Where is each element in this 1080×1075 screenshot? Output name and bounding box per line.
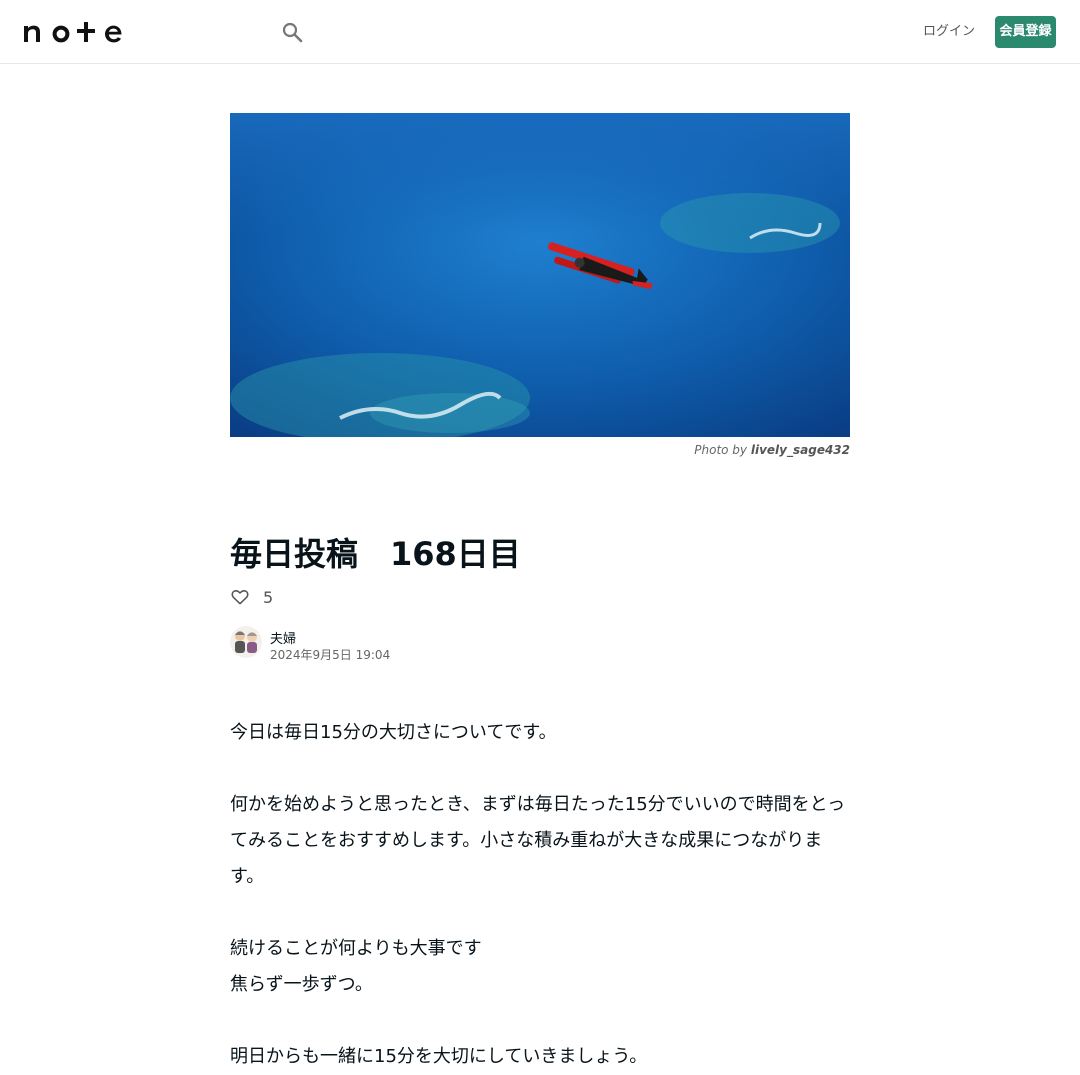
heart-icon[interactable] [230,587,250,607]
login-link[interactable]: ログイン [920,21,978,43]
avatar[interactable] [230,626,262,658]
note-logo[interactable] [24,20,124,44]
body-paragraph: 今日は毎日15分の大切さについてです。 [230,722,557,743]
body-paragraph: 焦らず一歩ずつ。 [230,974,373,995]
body-paragraph: 何かを始めようと思ったとき、まずは毎日たった15分でいいので時間をとってみること… [230,794,846,887]
like-count: 5 [263,587,274,607]
photo-credit-prefix: Photo by [694,443,748,457]
photo-credit-user[interactable]: lively_sage432 [751,443,850,457]
article-title: 毎日投稿 168日目 [230,535,521,573]
author-name[interactable]: 夫婦 [270,628,296,647]
register-button[interactable]: 会員登録 [995,16,1056,48]
like-area: 5 [230,585,273,609]
photo-credit: Photo by lively_sage432 [230,443,850,457]
body-paragraph: 続けることが何よりも大事です [230,938,482,959]
body-paragraph: 明日からも一緒に15分を大切にしていきましょう。 [230,1046,648,1067]
search-icon[interactable] [280,20,304,44]
post-date: 2024年9月5日 19:04 [270,648,391,662]
site-header: ログイン 会員登録 [0,0,1080,64]
header-image [230,113,850,437]
article-body: 今日は毎日15分の大切さについてです。 何かを始めようと思ったとき、まずは毎日た… [230,715,850,1075]
